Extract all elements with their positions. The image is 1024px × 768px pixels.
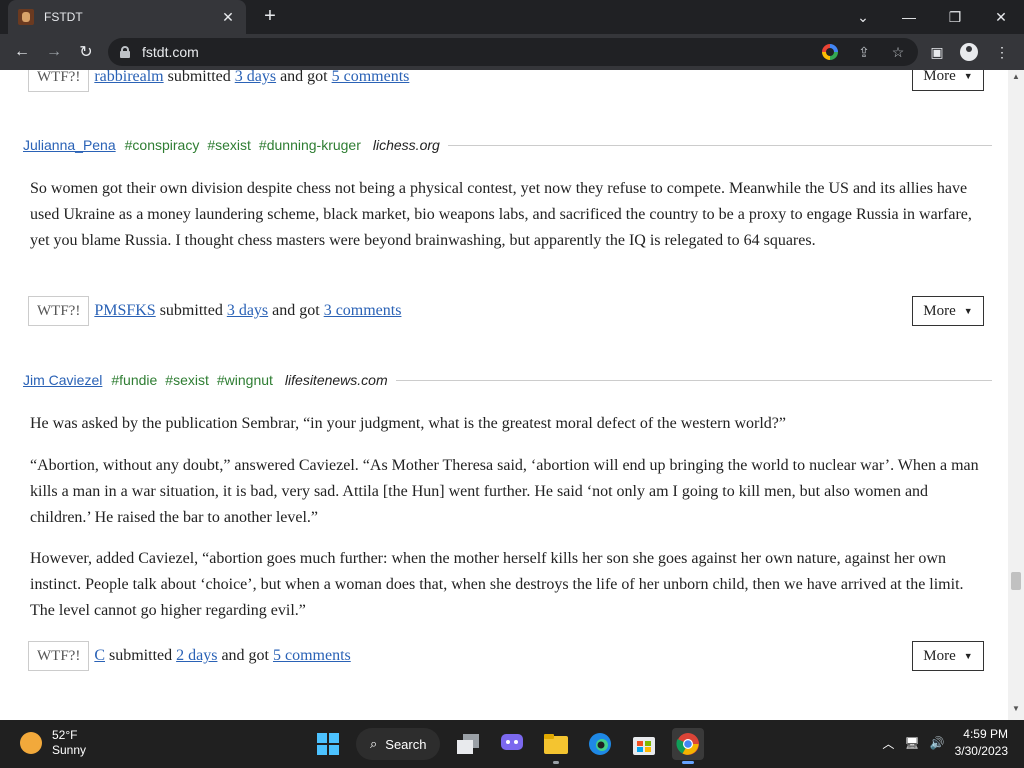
time-link[interactable]: 2 days: [176, 647, 217, 665]
restore-button[interactable]: ❐: [932, 0, 978, 34]
post-meta-row: WTF?! C submitted 2 days and got 5 comme…: [28, 639, 351, 673]
edge-browser-icon[interactable]: [584, 728, 616, 760]
address-bar[interactable]: fstdt.com ⇪ ☆: [108, 38, 918, 66]
site-favicon-icon: [18, 9, 34, 25]
microsoft-store-icon[interactable]: [628, 728, 660, 760]
google-lens-icon[interactable]: [820, 42, 840, 62]
scroll-up-arrow-icon[interactable]: ▲: [1008, 72, 1024, 86]
and-got-text: and got: [280, 70, 328, 85]
more-button[interactable]: More ▼: [912, 296, 984, 326]
quote-paragraph: However, added Caviezel, “abortion goes …: [30, 550, 964, 619]
tag-link[interactable]: #dunning-kruger: [259, 137, 361, 153]
and-got-text: and got: [272, 302, 320, 319]
share-icon[interactable]: ⇪: [854, 42, 874, 62]
tab-search-icon[interactable]: ⌄: [840, 0, 886, 34]
caret-down-icon: ▼: [963, 306, 973, 316]
page-content: WTF?! rabbirealm submitted 3 days and go…: [0, 70, 1008, 720]
comments-link[interactable]: 5 comments: [273, 647, 351, 665]
caret-down-icon: ▼: [963, 71, 973, 81]
post-header: Jim Caviezel #fundie #sexist #wingnut li…: [23, 368, 992, 392]
taskbar-search[interactable]: ⌕ Search: [356, 728, 441, 760]
tab-title: FSTDT: [44, 10, 83, 24]
close-window-button[interactable]: ✕: [978, 0, 1024, 34]
clock-date: 3/30/2023: [954, 744, 1008, 758]
more-button[interactable]: More ▼: [912, 641, 984, 671]
author-link[interactable]: Jim Caviezel: [23, 372, 102, 388]
divider: [447, 144, 992, 146]
submitted-text: submitted: [109, 647, 173, 664]
task-view-icon[interactable]: [452, 728, 484, 760]
tag-link[interactable]: #wingnut: [217, 372, 273, 388]
comments-link[interactable]: 3 comments: [324, 302, 402, 320]
scroll-down-arrow-icon[interactable]: ▼: [1008, 704, 1024, 718]
forward-button[interactable]: →: [41, 39, 67, 65]
sun-icon: [20, 732, 42, 754]
quote-paragraph: “Abortion, without any doubt,” answered …: [30, 457, 979, 526]
url-text[interactable]: fstdt.com: [142, 44, 199, 60]
submitted-text: submitted: [167, 70, 231, 85]
file-explorer-icon[interactable]: [540, 728, 572, 764]
temperature: 52°F: [52, 728, 78, 742]
start-windows-icon[interactable]: [312, 728, 344, 760]
post-meta-row: WTF?! PMSFKS submitted 3 days and got 3 …: [28, 294, 401, 328]
volume-icon[interactable]: 🔊: [930, 736, 945, 750]
browser-tab[interactable]: FSTDT ✕: [8, 0, 246, 34]
minimize-button[interactable]: —: [886, 0, 932, 34]
weather-widget[interactable]: 52°F Sunny: [20, 728, 86, 758]
show-hidden-icons-chevron-icon[interactable]: ︿: [882, 735, 894, 752]
tag-link[interactable]: #conspiracy: [125, 137, 200, 153]
tag-link[interactable]: #sexist: [165, 372, 209, 388]
search-icon: ⌕: [370, 736, 378, 751]
search-label: Search: [385, 736, 427, 752]
profile-icon[interactable]: [959, 42, 979, 62]
new-tab-button[interactable]: +: [258, 5, 282, 29]
wtf-button[interactable]: WTF?!: [28, 296, 90, 326]
weather-condition: Sunny: [52, 743, 87, 757]
clock[interactable]: 4:59 PM 3/30/2023: [955, 726, 1008, 760]
scrollbar-thumb[interactable]: [1011, 572, 1021, 590]
comments-link[interactable]: 5 comments: [332, 70, 410, 86]
lock-icon[interactable]: [120, 46, 130, 58]
submitted-text: submitted: [159, 302, 223, 319]
quote-paragraph: He was asked by the publication Sembrar,…: [30, 415, 787, 432]
time-link[interactable]: 3 days: [227, 302, 268, 320]
submitter-link[interactable]: PMSFKS: [94, 302, 155, 320]
browser-toolbar: ← → ↻ fstdt.com ⇪ ☆ ▣ ⋮: [0, 34, 1024, 70]
tag-link[interactable]: #sexist: [207, 137, 251, 153]
menu-kebab-icon[interactable]: ⋮: [992, 42, 1012, 62]
source-text: lichess.org: [372, 137, 440, 153]
divider: [395, 379, 992, 381]
taskbar: 52°F Sunny ⌕ Search ︿ 🖥 🔊 4:59 PM 3/30/2…: [0, 720, 1024, 768]
side-panel-icon[interactable]: ▣: [927, 42, 947, 62]
quote-paragraph: So women got their own division despite …: [30, 180, 972, 249]
tag-link[interactable]: #fundie: [111, 372, 157, 388]
bookmark-star-icon[interactable]: ☆: [888, 42, 908, 62]
chrome-browser-icon[interactable]: [672, 728, 705, 764]
wtf-button[interactable]: WTF?!: [28, 641, 90, 671]
post-meta-row: WTF?! rabbirealm submitted 3 days and go…: [28, 70, 409, 94]
reload-button[interactable]: ↻: [73, 39, 99, 65]
page-scrollbar[interactable]: ▲ ▼: [1008, 70, 1024, 720]
wtf-button[interactable]: WTF?!: [28, 70, 90, 92]
submitter-link[interactable]: C: [94, 647, 105, 665]
more-button[interactable]: More ▼: [912, 70, 984, 91]
network-icon[interactable]: 🖥: [904, 736, 919, 750]
caret-down-icon: ▼: [963, 651, 973, 661]
post-header: Julianna_Pena #conspiracy #sexist #dunni…: [23, 133, 992, 157]
and-got-text: and got: [221, 647, 269, 664]
back-button[interactable]: ←: [9, 39, 35, 65]
clock-time: 4:59 PM: [963, 727, 1008, 741]
tab-strip: FSTDT ✕ + ⌄ — ❐ ✕: [0, 0, 1024, 34]
author-link[interactable]: Julianna_Pena: [23, 137, 116, 153]
close-tab-icon[interactable]: ✕: [220, 9, 236, 25]
submitter-link[interactable]: rabbirealm: [94, 70, 163, 86]
chat-icon[interactable]: [496, 728, 528, 760]
source-text: lifesitenews.com: [284, 372, 388, 388]
time-link[interactable]: 3 days: [235, 70, 276, 86]
